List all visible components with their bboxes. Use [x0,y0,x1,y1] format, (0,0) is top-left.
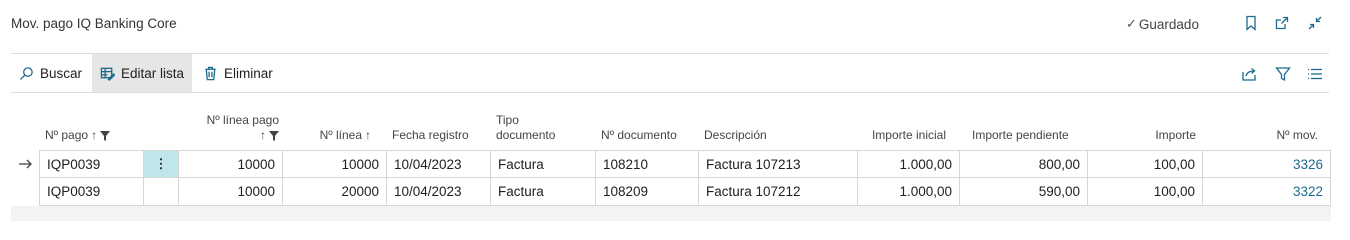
col-header-posting-date[interactable]: Fecha registro [392,104,492,148]
save-status-label: Guardado [1138,16,1199,32]
cell-line-no[interactable]: 10000 [283,150,387,178]
divider [11,92,1329,93]
current-row-arrow-icon [13,150,37,178]
col-header-remaining-amount[interactable]: Importe pendiente [972,104,1087,148]
row-actions-icon[interactable]: ⋮ [144,150,179,178]
cell-posting-date[interactable]: 10/04/2023 [387,150,491,178]
delete-button[interactable]: Eliminar [195,54,281,92]
col-header-document-no[interactable]: Nº documento [601,104,701,148]
table-row[interactable]: IQP0039 ⋮ 10000 10000 10/04/2023 Factura… [11,150,1331,178]
cell-description[interactable]: Factura 107213 [699,150,858,178]
trash-icon [205,66,216,80]
col-header-label: Nº línea pago [206,113,279,127]
cell-initial-amount[interactable]: 1.000,00 [858,150,960,178]
col-header-label: Importe pendiente [972,128,1069,142]
cell-payment-line-no[interactable]: 10000 [179,150,283,178]
col-header-payment-line-no[interactable]: Nº línea pago ↑ [179,104,279,148]
col-header-label: Importe [1155,128,1196,142]
sort-ascending-icon: ↑ [365,128,371,142]
share-icon[interactable] [1240,65,1258,83]
col-header-label: Nº documento [601,128,677,142]
list-view-icon[interactable] [1306,65,1324,83]
edit-list-icon [100,67,115,81]
cell-row-actions[interactable] [144,178,179,206]
check-icon: ✓ [1126,16,1137,31]
cell-amount[interactable]: 100,00 [1088,150,1203,178]
col-header-entry-no[interactable]: Nº mov. [1224,104,1319,148]
save-status: ✓ Guardado [1126,16,1199,32]
col-header-description[interactable]: Descripción [704,104,804,148]
page-title: Mov. pago IQ Banking Core [11,16,177,31]
filter-applied-icon [269,130,279,141]
cell-posting-date[interactable]: 10/04/2023 [387,178,491,206]
search-button[interactable]: Buscar [11,54,90,92]
col-header-label: Nº mov. [1276,128,1319,142]
cell-document-type[interactable]: Factura [491,178,596,206]
col-header-label: Tipo [496,113,519,127]
col-header-label: Nº línea [319,128,362,142]
entry-no-link[interactable]: 3322 [1293,184,1323,199]
grid-footer [11,206,1331,221]
cell-document-no[interactable]: 108210 [596,150,699,178]
cell-line-no[interactable]: 20000 [283,178,387,206]
bookmark-icon[interactable] [1242,14,1260,32]
col-header-document-type[interactable]: Tipo documento [496,104,596,148]
sort-ascending-icon: ↑ [91,128,98,142]
cell-entry-no-link[interactable]: 3322 [1203,178,1331,206]
cell-payment-no[interactable]: IQP0039 [39,178,144,206]
filter-applied-icon [100,130,111,141]
delete-button-label: Eliminar [224,65,273,81]
cell-remaining-amount[interactable]: 800,00 [960,150,1088,178]
col-header-label: documento [496,128,556,142]
cell-entry-no-link[interactable]: 3326 [1203,150,1331,178]
col-header-label: Fecha registro [392,128,469,142]
col-header-payment-no[interactable]: Nº pago ↑ [45,104,145,148]
cell-document-no[interactable]: 108209 [596,178,699,206]
edit-list-button-label: Editar lista [121,65,185,81]
col-header-line-no[interactable]: Nº línea ↑ [283,104,371,148]
edit-list-button[interactable]: Editar lista [92,54,193,92]
col-header-label: Nº pago [45,128,89,142]
table-row[interactable]: IQP0039 10000 20000 10/04/2023 Factura 1… [11,178,1331,206]
cell-remaining-amount[interactable]: 590,00 [960,178,1088,206]
cell-description[interactable]: Factura 107212 [699,178,858,206]
collapse-icon[interactable] [1306,14,1324,32]
page-header: Mov. pago IQ Banking Core ✓ Guardado [0,0,1350,48]
col-header-label: Importe inicial [871,128,946,142]
cell-initial-amount[interactable]: 1.000,00 [858,178,960,206]
filter-icon[interactable] [1274,65,1292,83]
entry-no-link[interactable]: 3326 [1293,157,1323,172]
cell-payment-line-no[interactable]: 10000 [179,178,283,206]
col-header-label: Descripción [704,128,767,142]
cell-payment-no[interactable]: IQP0039 [39,150,144,178]
cell-amount[interactable]: 100,00 [1088,178,1203,206]
col-header-amount[interactable]: Importe [1096,104,1196,148]
sort-ascending-icon: ↑ [260,128,266,142]
search-icon [19,66,33,80]
cell-document-type[interactable]: Factura [491,150,596,178]
open-new-window-icon[interactable] [1273,14,1291,32]
col-header-initial-amount[interactable]: Importe inicial [846,104,946,148]
action-bar: Buscar Editar lista Eliminar [11,54,1329,92]
search-button-label: Buscar [40,65,83,81]
